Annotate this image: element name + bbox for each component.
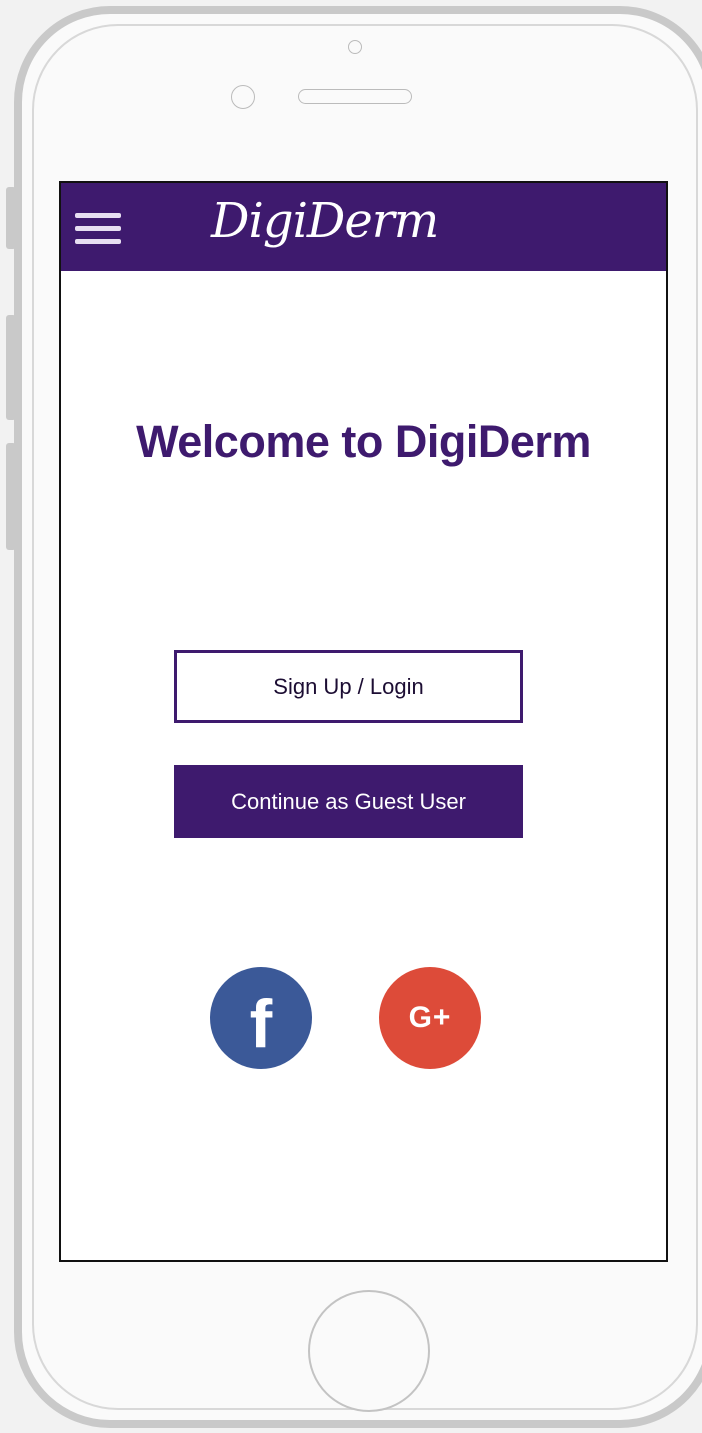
earpiece-speaker — [298, 89, 412, 104]
menu-bar — [75, 239, 121, 244]
app-header: DigiDerm — [61, 183, 666, 271]
continue-as-guest-button[interactable]: Continue as Guest User — [174, 765, 523, 838]
menu-bar — [75, 213, 121, 218]
facebook-login-button[interactable]: f — [210, 967, 312, 1069]
google-plus-icon: G+ — [408, 1001, 452, 1034]
brand-logo: DigiDerm — [211, 193, 439, 249]
proximity-sensor — [231, 85, 255, 109]
front-camera — [348, 40, 362, 54]
menu-bar — [75, 226, 121, 231]
sign-up-login-button[interactable]: Sign Up / Login — [174, 650, 523, 723]
welcome-title: Welcome to DigiDerm — [136, 416, 591, 467]
app-screen: DigiDerm Welcome to DigiDerm Sign Up / L… — [59, 181, 668, 1262]
hamburger-menu-icon[interactable] — [75, 213, 121, 247]
home-button[interactable] — [308, 1290, 430, 1412]
facebook-icon: f — [249, 986, 273, 1062]
google-plus-login-button[interactable]: G+ — [379, 967, 481, 1069]
